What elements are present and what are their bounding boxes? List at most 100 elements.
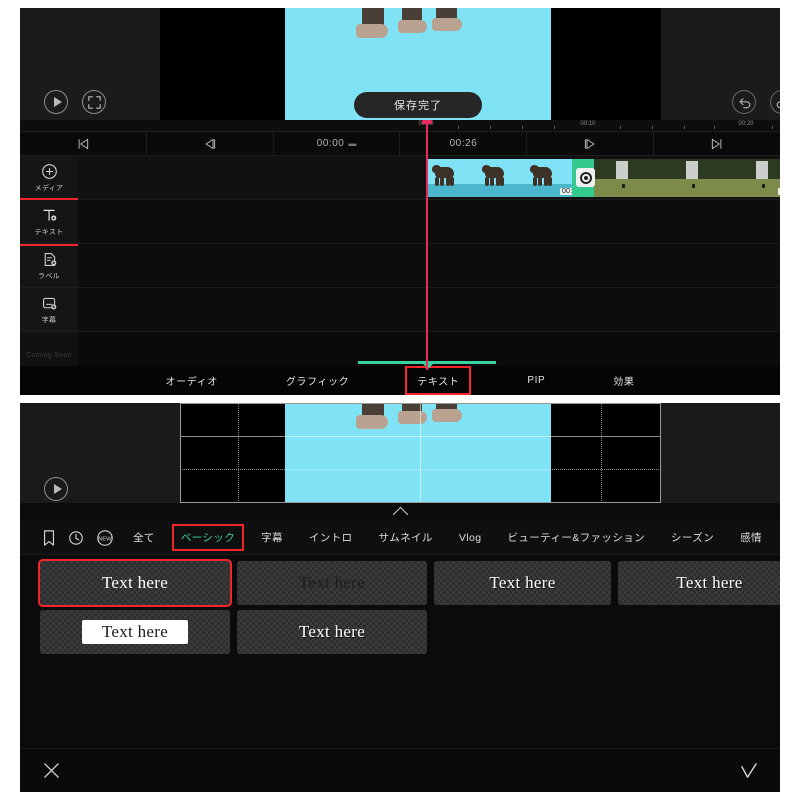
transition-badge[interactable]: [576, 168, 595, 187]
sidebar-item-label[interactable]: ラベル: [20, 244, 78, 288]
undo-button[interactable]: [732, 90, 756, 114]
text-preset-6-label: Text here: [298, 622, 366, 641]
sidebar-item-text[interactable]: テキスト: [20, 198, 80, 246]
play-button-top[interactable]: [44, 90, 68, 114]
sidebar-item-text-label: テキスト: [34, 228, 64, 236]
track-row-label[interactable]: [78, 244, 780, 288]
preview-black-right: [551, 8, 661, 120]
track-rows: 00:10: [78, 156, 780, 376]
playhead-handle[interactable]: [422, 120, 432, 124]
timeline-clip-gorilla[interactable]: 00:10: [426, 159, 586, 197]
text-preset-2-label: Text here: [298, 573, 366, 592]
ruler-label-2: 00:20: [738, 121, 754, 127]
sidebar-item-coming-soon-label: Coming Soon: [26, 351, 72, 359]
play-icon-2: [53, 484, 62, 494]
text-preset-3[interactable]: Text here: [434, 561, 611, 605]
video-preview-top[interactable]: 保存完了: [20, 8, 780, 120]
subtitle-icon: [42, 297, 56, 309]
clip-duration-park: 00:15: [777, 188, 780, 195]
tab-text[interactable]: テキスト: [405, 366, 472, 395]
tab-graphics[interactable]: グラフィック: [276, 368, 359, 393]
text-preset-6[interactable]: Text here: [237, 610, 427, 654]
total-time-value: 00:26: [449, 138, 478, 149]
preview2-frame-border: [180, 403, 661, 503]
playhead[interactable]: [426, 120, 428, 370]
panel-action-bar: [20, 748, 780, 792]
preview-letterbox-right: [661, 8, 780, 120]
selected-track-caret: [423, 364, 433, 369]
editor-top-panel: 保存完了 00:10 00:20 00:00 ▬ 00:26 メディア テキスト…: [20, 8, 780, 395]
play-icon: [53, 97, 62, 107]
plus-circle-icon: [41, 163, 57, 179]
text-preset-5[interactable]: Text here: [40, 610, 230, 654]
timeline-ruler[interactable]: 00:00 00:10 00:20: [20, 120, 780, 132]
gorilla-legs-graphic: [348, 8, 488, 60]
close-x-icon: [44, 763, 59, 778]
preview-black-left: [160, 8, 285, 120]
history-clock-icon[interactable]: [68, 527, 84, 549]
text-preset-5-label: Text here: [81, 620, 189, 644]
category-all[interactable]: 全て: [126, 526, 162, 549]
category-emotion[interactable]: 感情: [733, 526, 769, 549]
skip-to-end-button[interactable]: [654, 132, 780, 155]
expand-icon: [87, 95, 101, 109]
skip-to-start-icon: [78, 138, 89, 149]
text-preset-4-label: Text here: [676, 573, 743, 592]
tab-effects[interactable]: 効果: [603, 368, 644, 393]
step-backward-icon: [205, 138, 215, 149]
text-preset-4[interactable]: Text here: [618, 561, 780, 605]
category-vlog[interactable]: Vlog: [452, 528, 489, 548]
video-preview-bottom[interactable]: [20, 403, 780, 503]
redo-icon: [776, 100, 780, 108]
text-preset-1[interactable]: Text here: [38, 559, 232, 607]
text-preset-3-label: Text here: [489, 573, 556, 592]
preview-canvas: 保存完了: [285, 8, 551, 120]
timeline-clip-park[interactable]: 00:15: [594, 159, 780, 197]
category-thumbnail[interactable]: サムネイル: [372, 526, 440, 549]
time-separator-icon: ▬: [348, 139, 357, 148]
cancel-button[interactable]: [42, 761, 61, 780]
step-backward-button[interactable]: [147, 132, 274, 155]
text-t-icon: [43, 209, 56, 221]
ruler-label-1: 00:10: [580, 121, 596, 127]
editor-bottom-panel: NEW 全て ベーシック 字幕 イントロ サムネイル Vlog ビューティー&フ…: [20, 403, 780, 792]
category-intro[interactable]: イントロ: [302, 526, 360, 549]
total-time-display[interactable]: 00:26: [400, 132, 528, 155]
sidebar-item-media-label: メディア: [34, 184, 64, 192]
skip-to-start-button[interactable]: [20, 132, 147, 155]
fullscreen-button[interactable]: [82, 90, 106, 114]
timeline[interactable]: メディア テキスト ラベル 字幕 Coming Soon: [20, 156, 780, 376]
step-forward-button[interactable]: [527, 132, 655, 155]
tab-pip[interactable]: PIP: [517, 370, 555, 391]
category-basic[interactable]: ベーシック: [171, 524, 245, 551]
label-tag-icon: [44, 252, 56, 266]
category-subtitle[interactable]: 字幕: [254, 526, 290, 549]
svg-text:NEW: NEW: [98, 536, 112, 542]
category-beauty-fashion[interactable]: ビューティー&ファッション: [500, 526, 652, 549]
track-rail-column: メディア テキスト ラベル 字幕 Coming Soon: [20, 156, 80, 376]
chevron-up-icon: [392, 506, 408, 522]
track-row-media[interactable]: 00:10: [78, 156, 780, 200]
new-badge-icon[interactable]: NEW: [96, 527, 114, 549]
text-preset-grid: Text here Text here Text here Text here …: [38, 559, 780, 661]
sidebar-item-media[interactable]: メディア: [20, 156, 78, 200]
sidebar-item-subtitle[interactable]: 字幕: [20, 288, 78, 332]
check-icon: [741, 763, 757, 778]
track-row-subtitle[interactable]: [78, 288, 780, 332]
confirm-button[interactable]: [739, 761, 758, 780]
save-complete-toast: 保存完了: [354, 92, 482, 118]
collapse-handle[interactable]: [20, 503, 780, 522]
sidebar-item-label-label: ラベル: [38, 272, 60, 280]
play-button-bottom[interactable]: [44, 477, 68, 501]
screenshot-root: 保存完了 00:10 00:20 00:00 ▬ 00:26 メディア テキスト…: [0, 0, 800, 800]
transport-bar: 00:00 ▬ 00:26: [20, 132, 780, 156]
transition-icon: [579, 171, 592, 184]
current-time-display[interactable]: 00:00 ▬: [274, 132, 401, 155]
text-preset-2[interactable]: Text here: [237, 561, 427, 605]
tab-audio[interactable]: オーディオ: [156, 368, 228, 393]
bookmark-icon[interactable]: [42, 527, 56, 549]
text-category-bar: NEW 全て ベーシック 字幕 イントロ サムネイル Vlog ビューティー&フ…: [20, 521, 780, 555]
track-row-text[interactable]: [78, 200, 780, 244]
category-season[interactable]: シーズン: [664, 526, 721, 549]
text-preset-1-label: Text here: [101, 573, 169, 592]
